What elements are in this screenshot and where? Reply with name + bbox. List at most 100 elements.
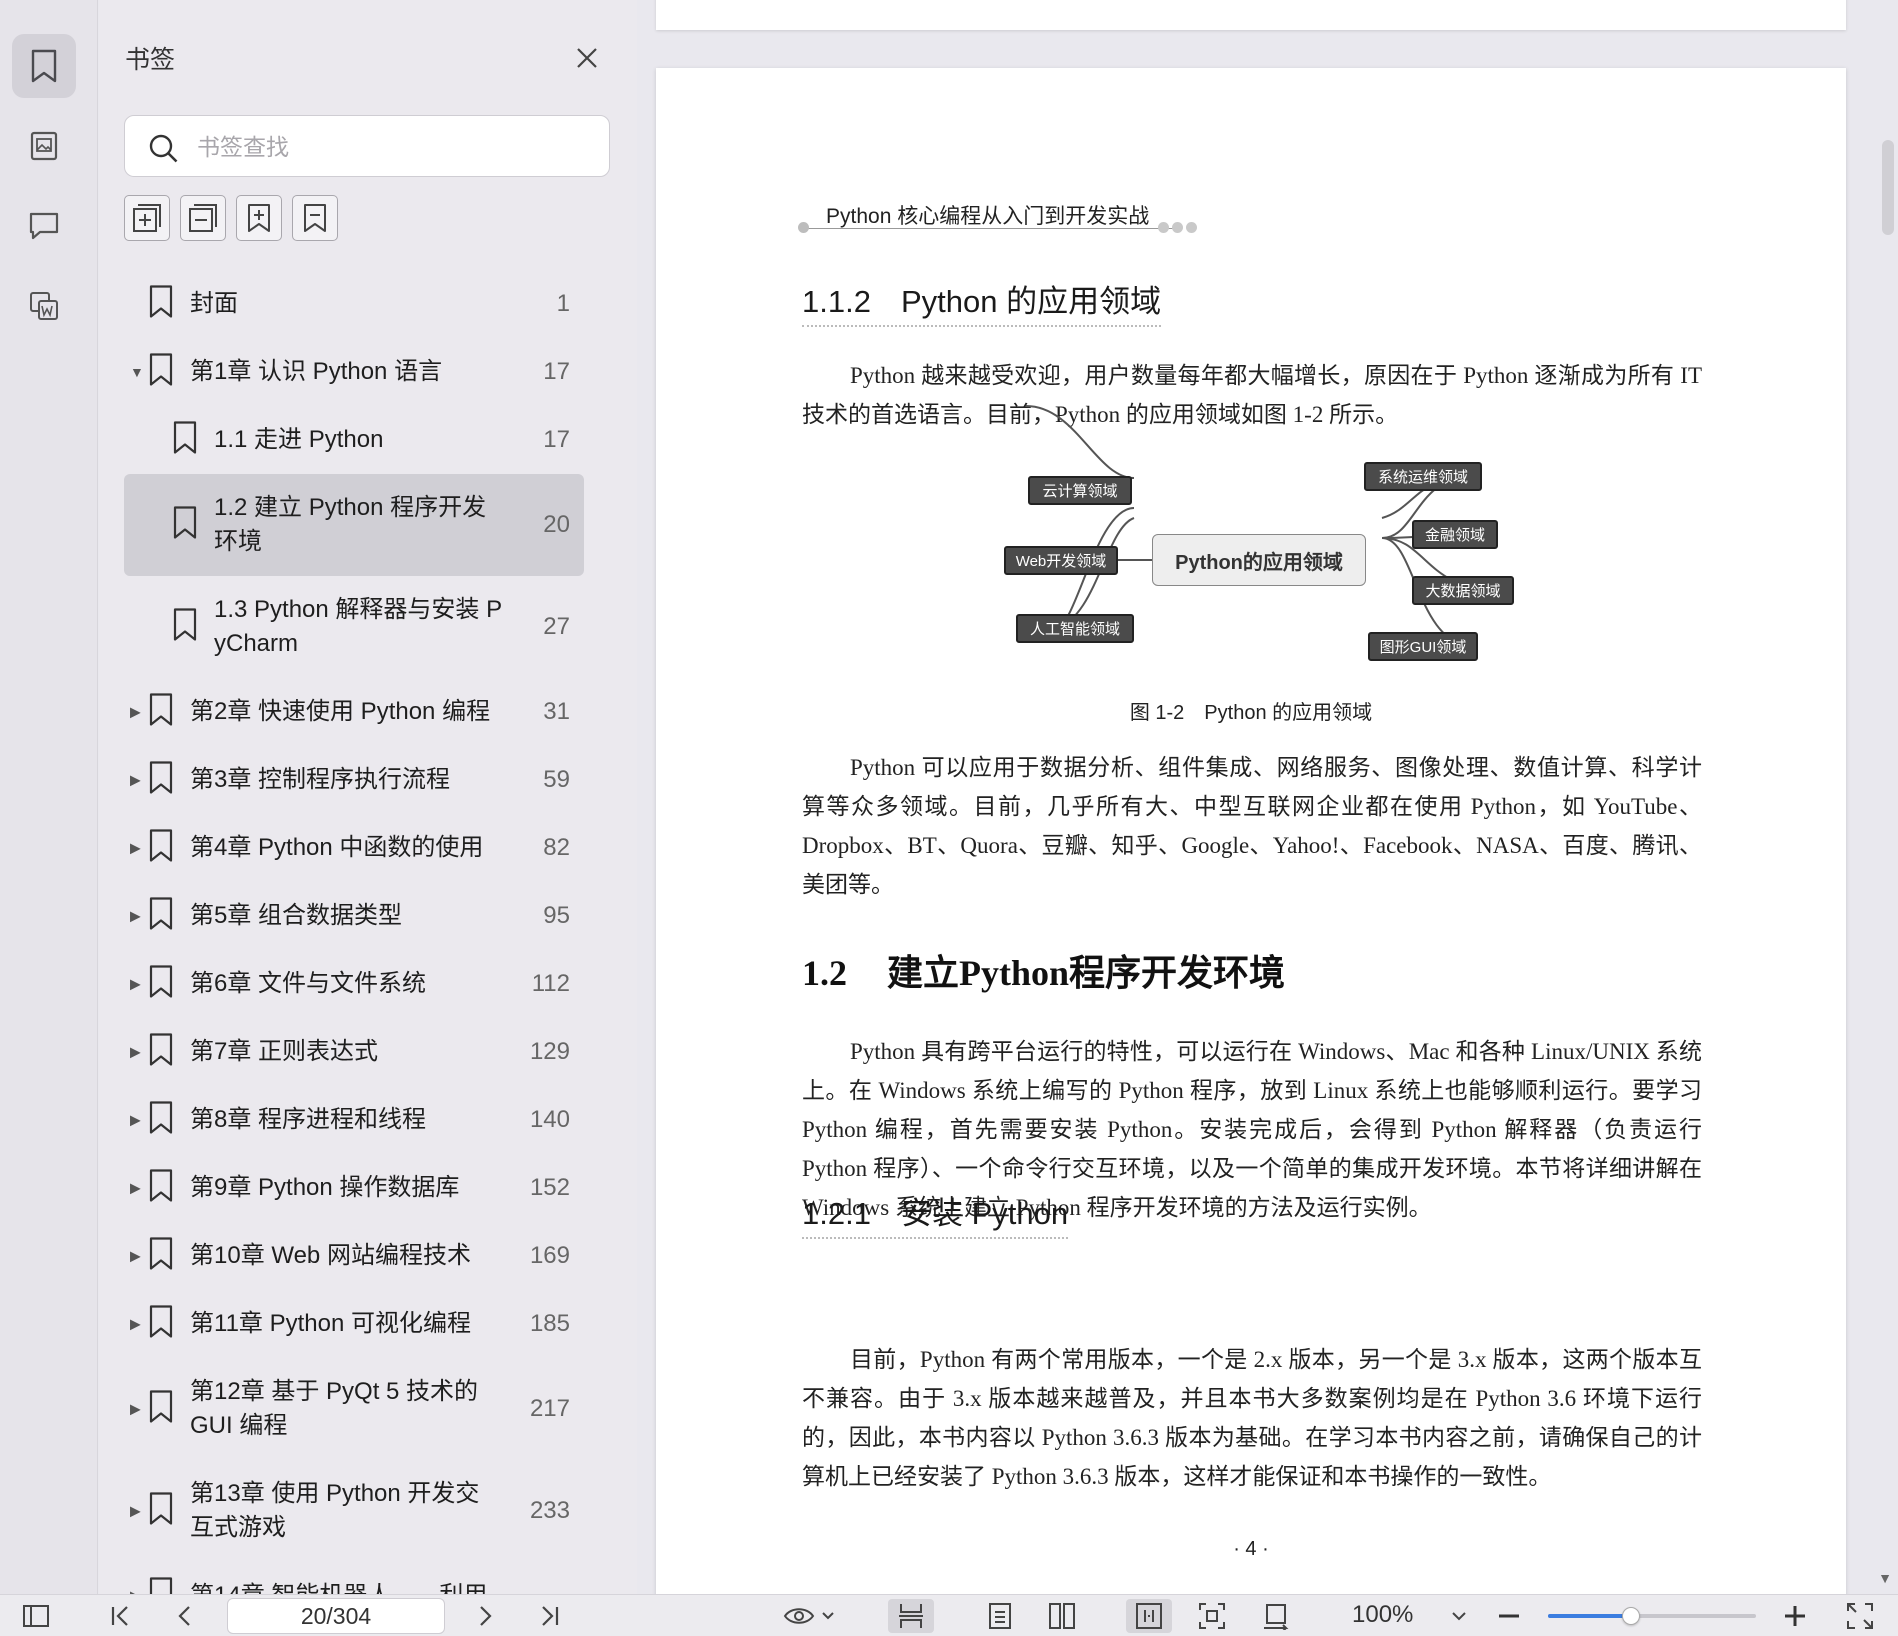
bookmark-item[interactable]: ▶ 第9章 Python 操作数据库 152 xyxy=(124,1154,584,1222)
section-title: 建立Python程序开发环境 xyxy=(887,953,1286,993)
caret-right-icon[interactable]: ▶ xyxy=(130,1316,141,1333)
bookmark-label: 第1章 认识 Python 语言 xyxy=(190,358,443,385)
bookmark-label: 第12章 基于 PyQt 5 技术的 GUI 编程 xyxy=(190,1378,479,1439)
bookmark-label: 1.1 走进 Python xyxy=(214,426,384,453)
caret-right-icon[interactable]: ▶ xyxy=(130,1503,141,1520)
page-number-input[interactable] xyxy=(227,1598,445,1634)
expand-all-icon[interactable] xyxy=(124,195,170,241)
zoom-slider-knob[interactable] xyxy=(1622,1607,1641,1625)
add-bookmark-icon[interactable] xyxy=(236,195,282,241)
bookmark-item[interactable]: 1.2 建立 Python 程序开发 环境 20 xyxy=(124,474,584,576)
bookmark-item[interactable]: ▶ 第10章 Web 网站编程技术 169 xyxy=(124,1222,584,1290)
bookmark-item[interactable]: 封面 1 xyxy=(124,270,584,338)
fullscreen-icon[interactable] xyxy=(1842,1599,1878,1633)
bookmark-label: 第10章 Web 网站编程技术 xyxy=(190,1242,471,1269)
bookmark-label: 第13章 使用 Python 开发交 互式游戏 xyxy=(190,1480,480,1541)
bookmark-list: 封面 1 ▼ 第1章 认识 Python 语言 17 1.1 走进 Python 17 1.2… xyxy=(124,270,584,1594)
zoom-out-icon[interactable] xyxy=(1494,1599,1524,1633)
bookmark-page-number: 140 xyxy=(529,1106,570,1133)
bookmark-item[interactable]: ▶第14章 智能机器人——利用 xyxy=(124,1562,584,1594)
caret-right-icon[interactable]: ▶ xyxy=(130,908,141,925)
continuous-scroll-icon[interactable] xyxy=(888,1599,934,1633)
sidebar-toggle-icon[interactable] xyxy=(18,1599,54,1633)
bookmark-page-number: 112 xyxy=(531,970,570,997)
bookmark-label: 第14章 智能机器人——利用 xyxy=(190,1579,490,1594)
bookmark-panel-icon[interactable] xyxy=(12,34,76,98)
caret-right-icon[interactable]: ▶ xyxy=(130,976,141,993)
bookmark-page-number: 27 xyxy=(543,613,570,640)
bookmark-item[interactable]: ▶ 第13章 使用 Python 开发交 互式游戏 233 xyxy=(124,1460,584,1562)
zoom-level[interactable]: 100% xyxy=(1352,1601,1413,1629)
status-bar: 100% xyxy=(0,1594,1898,1636)
prev-page-icon[interactable] xyxy=(170,1599,200,1633)
remove-bookmark-icon[interactable] xyxy=(292,195,338,241)
bookmark-icon xyxy=(148,1101,174,1140)
bookmark-item[interactable]: ▶ 第5章 组合数据类型 95 xyxy=(124,882,584,950)
bookmark-icon xyxy=(148,1169,174,1208)
bookmark-item[interactable]: ▶ 第2章 快速使用 Python 编程 31 xyxy=(124,678,584,746)
bookmark-item[interactable]: ▶ 第12章 基于 PyQt 5 技术的 GUI 编程 217 xyxy=(124,1358,584,1460)
bookmark-icon xyxy=(148,1305,174,1344)
close-icon[interactable] xyxy=(569,40,605,76)
last-page-icon[interactable] xyxy=(534,1599,564,1633)
comment-icon[interactable] xyxy=(12,194,76,258)
bookmark-page-number: 20 xyxy=(543,511,570,538)
thumbnail-icon[interactable] xyxy=(12,114,76,178)
bookmark-icon xyxy=(172,506,198,545)
bookmark-icon xyxy=(148,285,174,324)
document-scrollbar[interactable] xyxy=(1882,140,1894,235)
bookmark-item[interactable]: 1.1 走进 Python 17 xyxy=(124,406,584,474)
bookmark-page-number: 217 xyxy=(529,1395,570,1422)
mindmap-node: 系统运维领域 xyxy=(1364,462,1482,491)
fit-width-icon[interactable] xyxy=(1192,1599,1232,1633)
bookmark-item[interactable]: ▼ 第1章 认识 Python 语言 17 xyxy=(124,338,584,406)
bookmark-page-number: 17 xyxy=(543,426,570,453)
bookmark-icon xyxy=(148,1492,174,1531)
figure-caption: 图 1-2 Python 的应用领域 xyxy=(1129,702,1373,724)
attachment-icon[interactable] xyxy=(12,274,76,338)
left-icon-rail xyxy=(0,0,98,1594)
caret-right-icon[interactable]: ▶ xyxy=(130,1044,141,1061)
bookmark-search-input[interactable] xyxy=(197,128,587,166)
caret-down-icon[interactable]: ▼ xyxy=(130,364,144,380)
bookmark-item[interactable]: ▶ 第6章 文件与文件系统 112 xyxy=(124,950,584,1018)
scroll-down-arrow-icon[interactable]: ▼ xyxy=(1878,1570,1892,1586)
bookmark-icon xyxy=(172,608,198,647)
mindmap-node: 图形GUI领域 xyxy=(1368,632,1478,661)
caret-right-icon[interactable]: ▶ xyxy=(130,840,141,857)
bookmark-item[interactable]: ▶ 第4章 Python 中函数的使用 82 xyxy=(124,814,584,882)
bookmark-item[interactable]: ▶ 第8章 程序进程和线程 140 xyxy=(124,1086,584,1154)
document-page: Python 核心编程从入门到开发实战 1.1.2 Python 的应用领域 Py… xyxy=(656,68,1846,1594)
caret-right-icon[interactable]: ▶ xyxy=(130,704,141,721)
caret-right-icon[interactable]: ▶ xyxy=(130,1112,141,1129)
bookmark-item[interactable]: ▶ 第11章 Python 可视化编程 185 xyxy=(124,1290,584,1358)
caret-right-icon[interactable]: ▶ xyxy=(130,1248,141,1265)
eye-icon[interactable] xyxy=(780,1599,840,1633)
zoom-dropdown-chevron-icon[interactable] xyxy=(1444,1599,1474,1633)
zoom-in-icon[interactable] xyxy=(1780,1599,1810,1633)
rotate-icon[interactable] xyxy=(1256,1599,1296,1633)
bookmark-label: 第8章 程序进程和线程 xyxy=(190,1106,427,1133)
bookmark-icon xyxy=(148,1390,174,1429)
caret-right-icon[interactable]: ▶ xyxy=(130,772,141,789)
mindmap-node: 人工智能领域 xyxy=(1016,614,1134,643)
bookmark-item[interactable]: 1.3 Python 解释器与安装 P yCharm 27 xyxy=(124,576,584,678)
bookmark-label: 1.2 建立 Python 程序开发 环境 xyxy=(214,494,487,555)
caret-right-icon[interactable]: ▶ xyxy=(130,1180,141,1197)
caret-right-icon[interactable]: ▶ xyxy=(130,1401,141,1418)
bookmark-icon xyxy=(148,965,174,1004)
bookmark-item[interactable]: ▶ 第3章 控制程序执行流程 59 xyxy=(124,746,584,814)
collapse-all-icon[interactable] xyxy=(180,195,226,241)
two-page-icon[interactable] xyxy=(1042,1599,1082,1633)
bookmark-item[interactable]: ▶ 第7章 正则表达式 129 xyxy=(124,1018,584,1086)
single-page-icon[interactable] xyxy=(980,1599,1020,1633)
mindmap-connectors xyxy=(1025,405,1499,647)
bookmark-page-number: 129 xyxy=(529,1038,570,1065)
next-page-icon[interactable] xyxy=(470,1599,500,1633)
fit-page-icon[interactable] xyxy=(1126,1599,1172,1633)
mindmap-node: Web开发领域 xyxy=(1004,546,1118,575)
first-page-icon[interactable] xyxy=(106,1599,136,1633)
bookmark-label: 第7章 正则表达式 xyxy=(190,1038,379,1065)
search-icon[interactable] xyxy=(147,132,179,169)
zoom-slider[interactable] xyxy=(1548,1607,1756,1625)
